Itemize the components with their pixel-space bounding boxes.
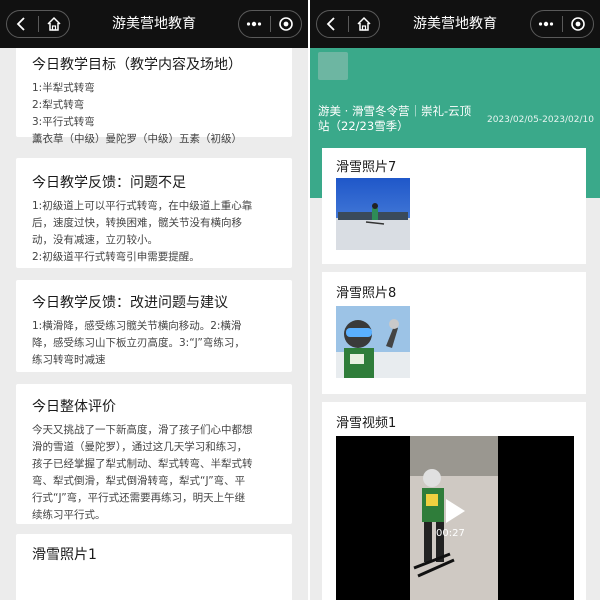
right-titlebar: 游美营地教育 [310,0,600,48]
goal-line-4: 薰衣草（中级）曼陀罗（中级）五素（初级） [32,133,242,145]
photo7-card[interactable]: 滑雪照片7 [322,148,586,264]
more-button[interactable] [531,11,562,37]
suggestions-line-3: 练习转弯时减速 [32,354,106,366]
nav-capsule [6,10,70,38]
more-button[interactable] [239,11,270,37]
photo8-card[interactable]: 滑雪照片8 [322,272,586,394]
close-icon [278,17,293,31]
problems-card: 今日教学反馈：问题不足 1:初级道上可以平行式转弯，在中级道上重心靠 后，速度过… [16,158,292,268]
overall-line-6: 续练习平行式。 [32,509,106,521]
problems-title: 今日教学反馈：问题不足 [32,175,186,191]
overall-line-2: 滑的雪道（曼陀罗），通过这几天学习和练习， [32,441,248,453]
goal-line-3: 3:平行式转弯 [32,116,95,128]
back-button[interactable] [7,11,38,37]
menu-capsule [530,10,594,38]
video-title: 滑雪视频1 [336,416,397,431]
goal-card: 今日教学目标（教学内容及场地） 1:半犁式转弯 2:犁式转弯 3:平行式转弯 薰… [16,48,292,145]
camp-date-range: 2023/02/05-2023/02/10 [487,115,594,125]
home-button[interactable] [39,11,70,37]
more-icon [539,21,554,27]
back-icon [326,17,335,31]
right-content[interactable]: 游美 · 滑雪冬令营｜崇礼-云顶站（22/23雪季） 2023/02/05-20… [310,48,600,600]
video-card[interactable]: 滑雪视频1 00:27 [322,402,586,600]
back-button[interactable] [317,11,348,37]
left-screen: 今日教学目标（教学内容及场地） 1:半犁式转弯 2:犁式转弯 3:平行式转弯 薰… [0,0,308,600]
suggestions-card: 今日教学反馈：改进问题与建议 1:横滑降，感受练习髋关节横向移动。2:横滑 降，… [16,280,292,372]
problems-line-4: 2:初级道平行式转弯引申需要提醒。 [32,251,200,263]
video-player[interactable]: 00:27 [336,436,574,600]
problems-line-1: 1:初级道上可以平行式转弯，在中级道上重心靠 [32,200,253,212]
suggestions-title: 今日教学反馈：改进问题与建议 [32,295,228,311]
suggestions-line-2: 降，感受练习山下板立刃高度。3:“J”弯练习， [32,337,245,349]
photo7-title: 滑雪照片7 [336,160,397,175]
nav-capsule [316,10,380,38]
left-content[interactable]: 今日教学目标（教学内容及场地） 1:半犁式转弯 2:犁式转弯 3:平行式转弯 薰… [0,48,308,600]
problems-line-2: 后，速度过快，转换困难，髋关节没有横向移 [32,217,242,229]
camp-title: 游美 · 滑雪冬令营｜崇礼-云顶站（22/23雪季） [318,104,472,133]
close-button[interactable] [563,11,594,37]
photo1-card[interactable]: 滑雪照片1 [16,534,292,600]
goal-title: 今日教学目标（教学内容及场地） [32,57,242,73]
overall-card: 今日整体评价 今天又挑战了一下新高度，滑了孩子们心中都想 滑的雪道（曼陀罗），通… [16,384,292,524]
overall-line-3: 孩子已经掌握了犁式制动、犁式转弯、半犁式转 [32,458,253,470]
goal-line-1: 1:半犁式转弯 [32,82,95,94]
overall-line-4: 弯、犁式倒滑，犁式倒滑转弯，犁式“J”弯、平 [32,475,246,487]
video-duration: 00:27 [436,528,465,539]
play-icon[interactable] [444,498,466,524]
photo1-title: 滑雪照片1 [32,547,97,563]
home-icon [47,16,61,31]
more-icon [247,21,262,27]
close-button[interactable] [271,11,302,37]
home-icon [357,16,371,31]
suggestions-line-1: 1:横滑降，感受练习髋关节横向移动。2:横滑 [32,320,242,332]
right-screen: 游美 · 滑雪冬令营｜崇礼-云顶站（22/23雪季） 2023/02/05-20… [310,0,600,600]
home-button[interactable] [349,11,380,37]
close-icon [570,17,585,31]
overall-title: 今日整体评价 [32,399,116,415]
problems-line-3: 动，没有减速，立刃较小。 [32,234,158,246]
menu-capsule [238,10,302,38]
photo7-image[interactable] [336,178,410,250]
camp-logo [318,52,348,80]
overall-line-5: 行式“J”弯，平行式还需要再练习，明天上午继 [32,492,246,504]
back-icon [16,17,25,31]
photo8-image[interactable] [336,306,410,378]
goal-line-2: 2:犁式转弯 [32,99,85,111]
photo8-title: 滑雪照片8 [336,286,397,301]
left-titlebar: 游美营地教育 [0,0,308,48]
overall-line-1: 今天又挑战了一下新高度，滑了孩子们心中都想 [32,424,253,436]
